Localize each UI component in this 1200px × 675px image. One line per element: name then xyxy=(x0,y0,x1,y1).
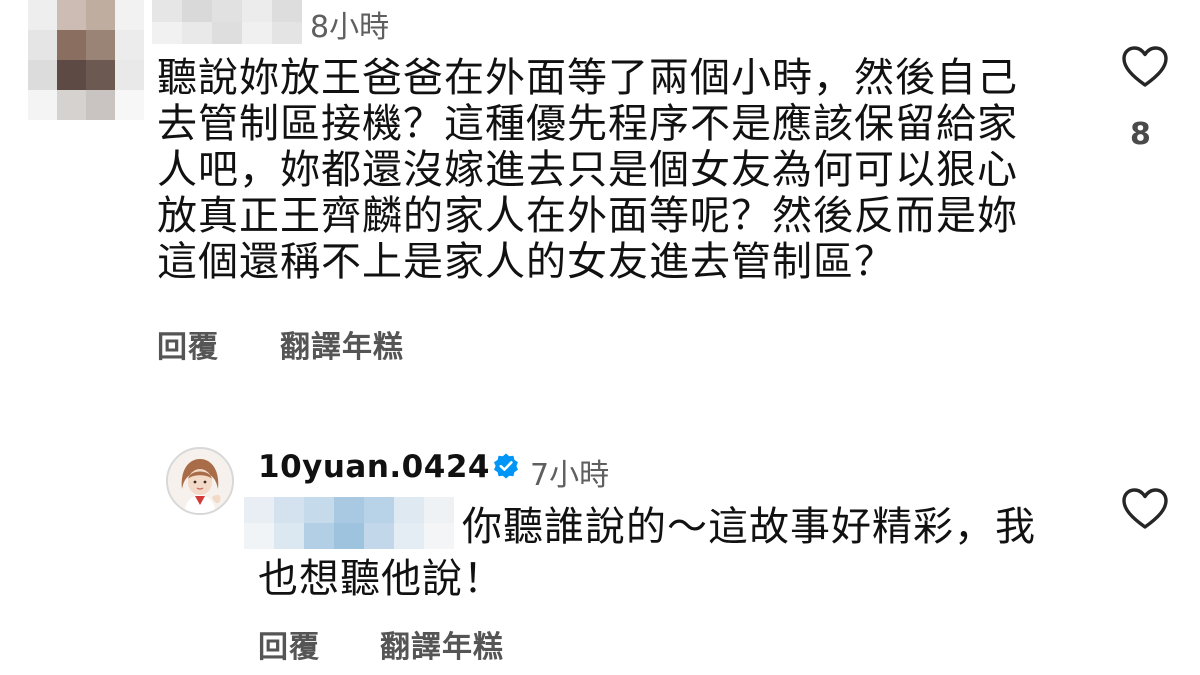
comment-text-line: 去管制區接機？這種優先程序不是應該保留給家 xyxy=(157,101,1018,147)
commenter-avatar-censored[interactable] xyxy=(28,0,144,120)
translate-button[interactable]: 翻譯年糕 xyxy=(380,622,504,666)
reply-text-line: 也想聽他說！ xyxy=(258,556,504,602)
heart-outline-icon[interactable] xyxy=(1121,487,1169,531)
reply-button[interactable]: 回覆 xyxy=(157,322,219,366)
reply-avatar[interactable] xyxy=(166,447,234,515)
heart-outline-icon[interactable] xyxy=(1121,45,1169,89)
mention-censored[interactable] xyxy=(244,497,454,549)
comment-text-line: 人吧，妳都還沒嫁進去只是個女友為何可以狠心 xyxy=(157,147,1018,193)
profile-photo xyxy=(168,449,232,513)
reply-text-line: 你聽誰說的～這故事好精彩，我 xyxy=(462,504,1036,550)
reply-button[interactable]: 回覆 xyxy=(258,622,320,666)
comment-text-line: 放真正王齊麟的家人在外面等呢？然後反而是妳 xyxy=(157,193,1018,239)
comment-text-line: 這個還稱不上是家人的女友進去管制區？ xyxy=(157,239,895,285)
comment-timestamp: 8小時 xyxy=(310,10,390,45)
like-count: 8 xyxy=(1130,117,1151,152)
verified-badge-icon xyxy=(494,453,518,479)
translate-button[interactable]: 翻譯年糕 xyxy=(280,322,404,366)
reply-username[interactable]: 10yuan.0424 xyxy=(258,449,490,485)
comment-text: 聽說妳放王爸爸在外面等了兩個小時，然後自己 去管制區接機？這種優先程序不是應該保… xyxy=(157,55,1057,285)
commenter-username-censored[interactable] xyxy=(152,0,302,44)
comment-text-line: 聽說妳放王爸爸在外面等了兩個小時，然後自己 xyxy=(157,55,1018,101)
reply-timestamp: 7小時 xyxy=(530,458,610,493)
